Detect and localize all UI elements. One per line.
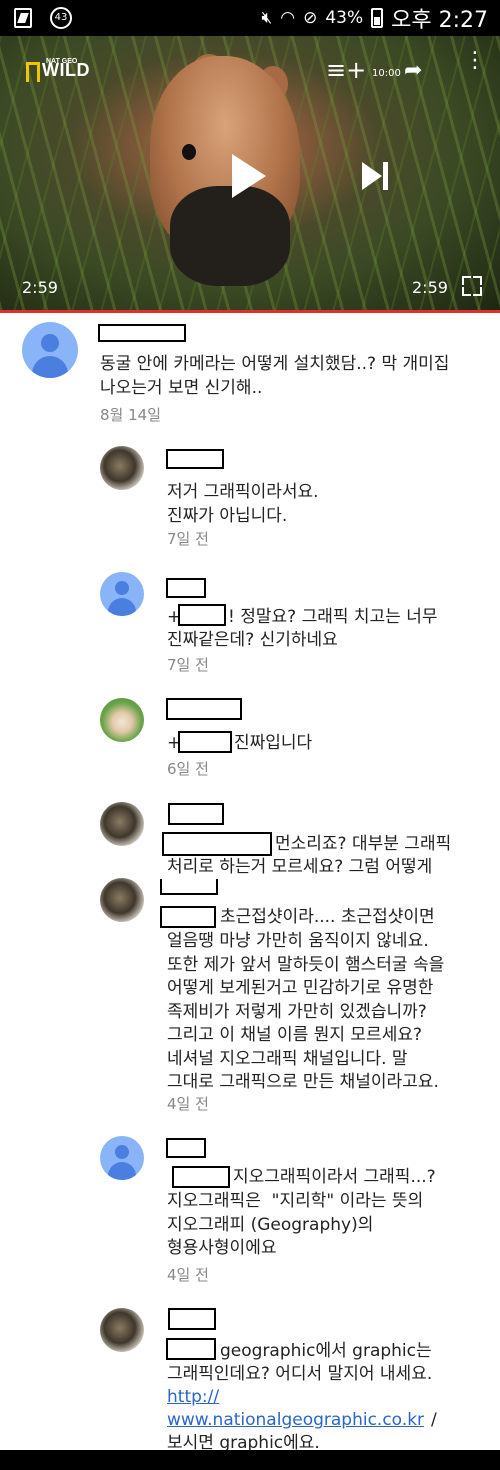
video-player[interactable]: NAT GEO WILD ≡+ 10:00 ➦ ⋮ 2:59 2:59: [0, 36, 500, 312]
comment-body: 초근접샷이라.... 초근접샷이면: [220, 907, 435, 927]
comment-time: 6일 전: [167, 760, 209, 778]
wifi-icon: ◠: [280, 8, 296, 28]
next-video-icon-bar: [383, 162, 388, 190]
elapsed-time: 2:59: [22, 278, 58, 297]
screenshot-icon: [14, 8, 32, 28]
channel-logo-small: NAT GEO: [46, 58, 78, 65]
navigation-bar: [0, 1450, 500, 1470]
redacted-mention: [160, 906, 216, 928]
redacted-username: [166, 449, 224, 469]
comment-link[interactable]: http://: [167, 1386, 219, 1410]
comment-body-rest: 얼음땡 마냥 가만히 움직이지 않네요. 또한 제가 앞서 말하듯이 햄스터굴 …: [167, 931, 445, 1092]
comment-body: 지오그래픽이라서 그래픽...?: [233, 1167, 436, 1187]
avatar[interactable]: [100, 446, 144, 490]
comment-link-suffix: /: [431, 1410, 437, 1430]
do-not-disturb-icon: ⊘: [303, 8, 318, 28]
overlay-text: 10:00: [372, 68, 401, 79]
avatar[interactable]: [100, 1136, 144, 1180]
comment-body-line2: 처리로 하는거 모르세요? 그럼 어떻게: [167, 857, 433, 877]
redacted-username: [166, 698, 242, 720]
avatar[interactable]: [100, 698, 144, 742]
clock: 오후 2:27: [391, 8, 488, 33]
redacted-username: [98, 324, 186, 342]
comment-body: ! 정말요? 그래픽 치고는 너무: [228, 607, 438, 627]
comment-time: 7일 전: [167, 530, 209, 548]
video-frame-hamster-belly: [170, 186, 290, 286]
play-icon[interactable]: [232, 154, 266, 198]
video-progress-bar[interactable]: [0, 310, 500, 313]
fullscreen-icon[interactable]: [462, 276, 482, 296]
next-video-icon[interactable]: [362, 162, 382, 190]
avatar[interactable]: [100, 802, 144, 846]
comment-body: 먼소리죠? 대부분 그래픽: [275, 834, 452, 854]
redacted-username: [160, 879, 218, 895]
redacted-username: [166, 578, 206, 598]
comment-body: geographic에서 graphic는: [220, 1341, 432, 1361]
redacted-mention: [178, 731, 232, 753]
channel-logo: NAT GEO WILD: [26, 58, 90, 82]
redacted-mention: [162, 832, 272, 856]
notification-count-badge: 43: [50, 7, 72, 29]
battery-percent: 43%: [325, 8, 364, 28]
comment-body: 저거 그래픽이라서요. 진짜가 아닙니다.: [167, 482, 319, 526]
avatar[interactable]: [100, 572, 144, 616]
add-to-playlist-icon[interactable]: ≡+: [326, 58, 366, 82]
avatar[interactable]: [100, 878, 144, 922]
comment-body-line2: 그래픽인데요? 어디서 말지어 내세요.: [167, 1364, 433, 1384]
comment-time: 7일 전: [167, 656, 209, 674]
status-bar: 43 🔇︎ ◠ ⊘ 43% 오후 2:27: [0, 0, 500, 36]
comment-body-rest: 지오그래픽은 "지리학" 이라는 뜻의 지오그래피 (Geography)의 형…: [167, 1191, 424, 1258]
video-frame-hamster-eye: [182, 144, 196, 160]
comment-body-line2: 진짜같은데? 신기하네요: [167, 630, 338, 650]
duration: 2:59: [412, 278, 448, 297]
avatar[interactable]: [22, 322, 78, 378]
avatar[interactable]: [100, 1308, 144, 1352]
redacted-mention: [166, 1338, 216, 1360]
nat-geo-border-icon: [26, 61, 40, 82]
comment-time: 4일 전: [167, 1095, 209, 1113]
share-icon[interactable]: ➦: [404, 58, 422, 83]
comment-link[interactable]: www.nationalgeographic.co.kr: [167, 1409, 424, 1433]
redacted-mention: [178, 604, 226, 626]
more-options-icon[interactable]: ⋮: [464, 50, 486, 72]
mute-icon: 🔇︎: [261, 8, 273, 28]
comment-time: 4일 전: [167, 1266, 209, 1284]
comment-body: 동굴 안에 카메라는 어떻게 설치했담..? 막 개미집 나오는거 보면 신기해…: [100, 354, 450, 398]
redacted-mention: [172, 1166, 230, 1188]
redacted-username: [168, 1308, 216, 1330]
comment-body: 진짜입니다: [234, 733, 313, 753]
battery-icon: [371, 8, 384, 28]
comment-time: 8월 14일: [100, 406, 161, 424]
redacted-username: [168, 803, 224, 825]
redacted-username: [166, 1138, 206, 1158]
